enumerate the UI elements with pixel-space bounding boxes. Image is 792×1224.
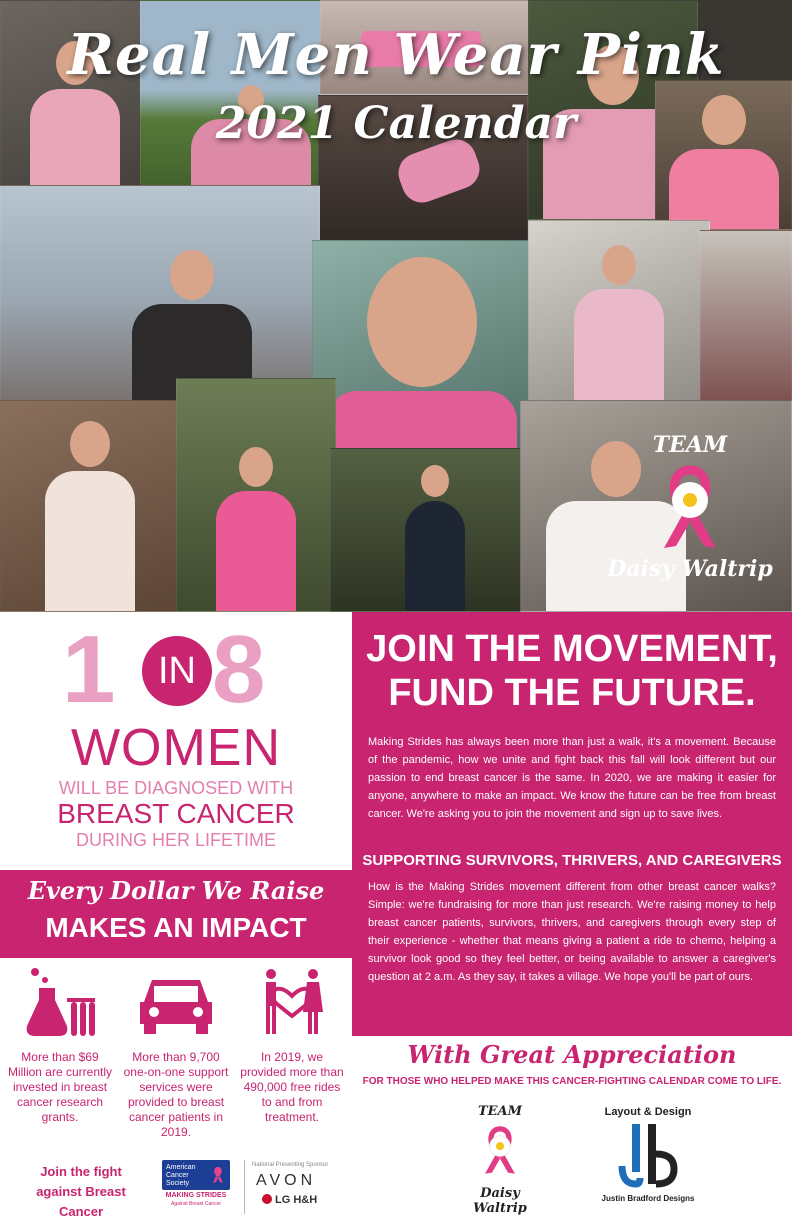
avon-logo: AVON [256, 1172, 317, 1189]
impact-text-support: More than 9,700 one-on-one support servi… [123, 1050, 229, 1139]
people-heart-icon [266, 969, 323, 1034]
car-icon [140, 980, 212, 1034]
photo-man-brick-wall [0, 400, 180, 612]
photo-man-smiling-closeup [312, 240, 532, 452]
lg-circle-icon [262, 1194, 272, 1204]
impact-headline: MAKES AN IMPACT [45, 912, 307, 943]
layout-design-label: Layout & Design [604, 1106, 692, 1118]
stat-number-one: 1 [62, 616, 116, 723]
stat-number-eight: 8 [212, 616, 266, 723]
join-fight-text: Join the fight against Breast Cancer [36, 1164, 126, 1219]
sponsor-divider [244, 1160, 245, 1214]
appreciation-heading: With Great Appreciation [407, 1040, 737, 1069]
team-name: Daisy Waltrip [607, 556, 773, 582]
acs-name: American Cancer Society [166, 1164, 196, 1187]
movement-paragraph: Making Strides has always been more than… [368, 736, 776, 820]
impact-text-rides: In 2019, we provided more than 490,000 f… [240, 1050, 344, 1124]
one-in-eight-stat: 1 IN 8 [62, 622, 302, 718]
lg-text: LG H&H [275, 1194, 318, 1206]
stat-line-lifetime: DURING HER LIFETIME [75, 830, 276, 850]
designer-name: Justin Bradford Designs [601, 1194, 695, 1203]
lab-flask-icon [26, 968, 95, 1036]
survivors-subheading: SUPPORTING SURVIVORS, THRIVERS, AND CARE… [362, 852, 782, 869]
pink-ribbon-daisy-icon-small [485, 1126, 515, 1174]
team-badge-top: TEAM Daisy Waltrip [600, 432, 780, 592]
impact-item-rides: In 2019, we provided more than 490,000 f… [234, 966, 350, 1125]
movement-heading-line1: JOIN THE MOVEMENT, [366, 628, 778, 670]
team-name-bottom: Daisy Waltrip [473, 1186, 527, 1216]
sponsor-label: National Presenting Sponsor [252, 1162, 329, 1168]
impact-text-research: More than $69 Million are currently inve… [7, 1050, 113, 1124]
team-badge-bottom: TEAM Daisy Waltrip [452, 1104, 548, 1216]
team-word: TEAM [652, 432, 728, 458]
calendar-year-subtitle: 2021 Calendar [215, 98, 577, 149]
photo-man-porch [528, 220, 710, 410]
photo-man-suit-garden [330, 448, 540, 612]
photo-flowers-house [700, 230, 792, 410]
making-strides-text: MAKING STRIDES [165, 1192, 227, 1199]
impact-item-support: More than 9,700 one-on-one support servi… [118, 966, 234, 1140]
impact-script-heading: Every Dollar We Raise [27, 876, 325, 905]
jb-designs-logo-icon [618, 1124, 678, 1188]
ribbon-icon [213, 1167, 223, 1183]
lg-logo: LG H&H [262, 1194, 352, 1206]
stat-line-breast-cancer: BREAST CANCER [57, 798, 295, 829]
calendar-title: Real Men Wear Pink [67, 22, 725, 88]
stat-in-circle: IN [142, 636, 212, 706]
acs-making-strides-logo: American Cancer Society MAKING STRIDES A… [162, 1160, 230, 1210]
movement-heading-line2: FUND THE FUTURE. [388, 672, 756, 714]
stat-women: WOMEN [70, 719, 282, 777]
impact-item-research: More than $69 Million are currently inve… [2, 966, 118, 1125]
survivors-paragraph: How is the Making Strides movement diffe… [368, 881, 776, 983]
acs-logo-box: American Cancer Society [162, 1160, 230, 1190]
stat-line-diagnosed: WILL BE DIAGNOSED WITH [58, 778, 294, 798]
pink-ribbon-daisy-icon [664, 465, 716, 548]
appreciation-subtext: FOR THOSE WHO HELPED MAKE THIS CANCER-FI… [362, 1076, 782, 1087]
photo-boy-soccer [176, 378, 336, 612]
team-word-bottom: TEAM [477, 1104, 523, 1119]
against-breast-cancer-text: Against Breast Cancer [170, 1201, 222, 1207]
